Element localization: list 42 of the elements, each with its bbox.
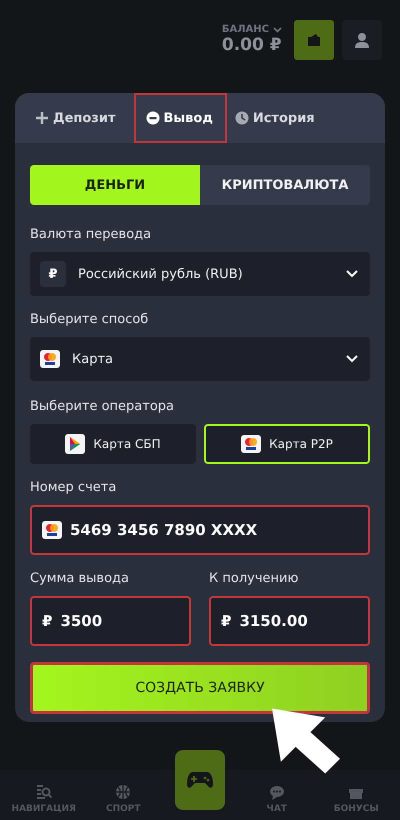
- gamepad-icon: [186, 770, 214, 790]
- wallet-tab[interactable]: Депозит: [31, 93, 130, 143]
- field-label: Сумма вывода: [30, 571, 130, 586]
- method-select[interactable]: Карта: [30, 337, 370, 381]
- amount-field[interactable]: ₽ 3500: [30, 596, 191, 646]
- wallet-tab[interactable]: История: [230, 93, 329, 143]
- card-icon: [42, 521, 62, 539]
- games-button[interactable]: [175, 750, 225, 810]
- chevron-down-icon: [346, 270, 358, 278]
- create-request-button[interactable]: СОЗДАТЬ ЗАЯВКУ: [30, 662, 370, 714]
- minus-circle-icon: [146, 111, 160, 125]
- card-icon: [241, 435, 262, 453]
- pointer-arrow-icon: [272, 708, 340, 774]
- field-label: К получению: [209, 571, 300, 586]
- search-icon: [36, 784, 52, 800]
- plus-icon: [35, 111, 49, 125]
- field-label: Выберите оператора: [30, 399, 176, 414]
- wallet-tab[interactable]: Вывод: [134, 93, 227, 143]
- clock-icon: [234, 111, 249, 125]
- balance-label: БАЛАНС: [222, 24, 269, 35]
- basketball-icon: [115, 784, 132, 800]
- account-number-field[interactable]: 5469 3456 7890 XXXX: [30, 505, 370, 555]
- mode-tab[interactable]: ДЕНЬГИ: [30, 165, 200, 205]
- balance-amount: 0.00 ₽: [222, 35, 282, 55]
- chevron-down-icon: [346, 355, 358, 363]
- mode-tab[interactable]: КРИПТОВАЛЮТА: [200, 165, 370, 205]
- currency-select[interactable]: ₽ Российский рубль (RUB): [30, 252, 370, 296]
- field-label: Валюта перевода: [30, 227, 152, 242]
- operator-option[interactable]: Карта P2P: [204, 424, 370, 464]
- sbp-logo-icon: [65, 434, 86, 454]
- field-label: Номер счета: [30, 480, 118, 495]
- wallet-button[interactable]: [294, 20, 334, 60]
- currency-symbol: ₽: [40, 261, 66, 287]
- card-icon: [40, 350, 60, 368]
- amount-field[interactable]: ₽ 3150.00: [209, 596, 370, 646]
- chat-icon: [268, 785, 285, 800]
- profile-button[interactable]: [342, 20, 382, 60]
- field-label: Выберите способ: [30, 312, 150, 327]
- operator-option[interactable]: Карта СБП: [30, 424, 196, 464]
- chevron-down-icon: [273, 26, 282, 32]
- wallet-icon: [307, 34, 321, 46]
- user-icon: [354, 32, 370, 48]
